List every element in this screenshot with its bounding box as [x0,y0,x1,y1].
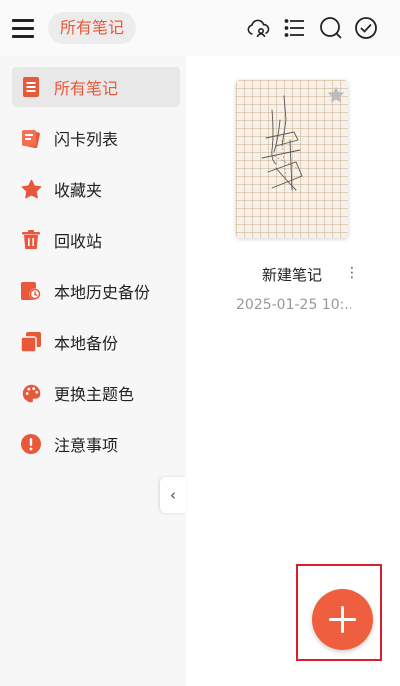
sidebar-item-label: 注意事项 [54,436,119,455]
notes-icon [20,76,42,98]
chevron-left-icon: ‹ [170,486,176,504]
app-header: 所有笔记 [0,0,400,56]
sidebar-item-all-notes[interactable]: 所有笔记 [12,67,180,107]
sidebar-item-label: 收藏夹 [54,181,103,200]
palette-icon [20,382,42,404]
sidebar-item-local-backup[interactable]: 本地备份 [12,322,180,362]
sidebar-item-flashcards[interactable]: 闪卡列表 [12,118,180,158]
note-date: 2025-01-25 10:... [236,297,351,313]
sidebar-item-label: 所有笔记 [54,79,119,98]
sidebar-item-label: 闪卡列表 [54,130,119,149]
sidebar-item-label: 回收站 [54,232,103,251]
sidebar-item-notes-attention[interactable]: 注意事项 [12,424,180,464]
sidebar-item-label: 本地历史备份 [54,283,151,302]
collapse-sidebar-button[interactable]: ‹ [160,477,186,513]
note-title[interactable]: 新建笔记 [262,264,322,285]
check-circle-icon[interactable] [354,16,378,40]
list-view-icon[interactable] [283,16,307,40]
sidebar-item-label: 本地备份 [54,334,119,353]
sidebar-item-change-theme[interactable]: 更换主题色 [12,373,180,413]
more-options-icon[interactable]: ⋮ [345,263,359,283]
backup-icon [20,331,42,353]
menu-icon[interactable] [12,17,36,39]
flashcards-icon [20,127,42,149]
add-note-button[interactable] [312,589,373,650]
alert-icon [20,433,42,455]
search-icon[interactable] [319,16,343,40]
history-backup-icon [20,280,42,302]
sidebar-item-trash[interactable]: 回收站 [12,220,180,260]
sidebar: 所有笔记 闪卡列表 收藏夹 回收站 本地历史备份 本地备份 更换主题色 注意事项 [0,56,186,686]
page-title[interactable]: 所有笔记 [48,12,137,44]
favorite-star-icon[interactable] [326,85,346,105]
sidebar-item-local-history-backup[interactable]: 本地历史备份 [12,271,180,311]
sidebar-item-label: 更换主题色 [54,385,135,404]
trash-icon [20,229,42,251]
cloud-sync-icon[interactable] [246,16,270,40]
star-icon [20,178,42,200]
sidebar-item-favorites[interactable]: 收藏夹 [12,169,180,209]
